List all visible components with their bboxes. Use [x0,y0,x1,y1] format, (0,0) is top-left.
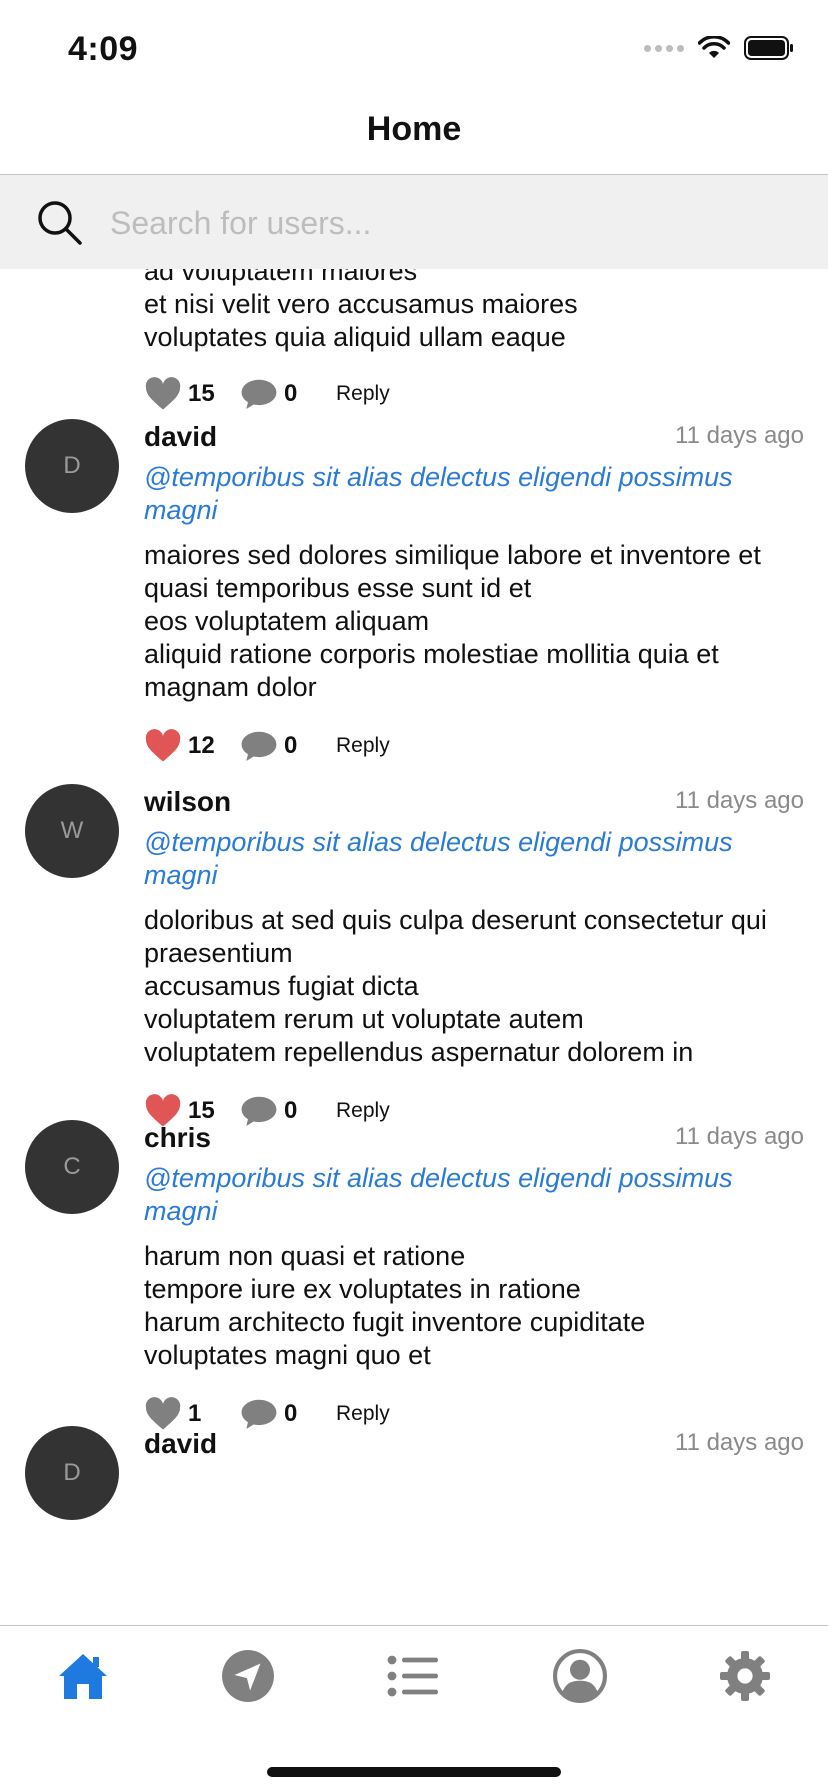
timestamp: 11 days ago [675,422,804,449]
home-icon [59,1654,107,1699]
tab-home[interactable] [53,1646,113,1706]
timestamp: 11 days ago [675,1123,804,1150]
avatar[interactable]: D [25,1426,119,1520]
username[interactable]: david [144,419,217,455]
status-bar: 4:09 [0,0,828,100]
username[interactable]: chris [144,1120,211,1156]
cellular-signal-icon [644,44,684,52]
list-icon [387,1655,438,1697]
search-icon [38,201,82,245]
like-count: 1 [188,1400,202,1427]
comment-body: harum non quasi et ratione tempore iure … [144,1241,646,1370]
search-input[interactable] [108,193,792,253]
search-bar [0,175,828,269]
profile-icon [553,1649,607,1703]
list-item: D david 11 days ago @temporibus sit alia… [0,419,828,784]
status-icons [644,36,794,60]
mention-link[interactable]: @temporibus sit alias delectus eligendi … [144,826,804,892]
comment-button[interactable]: 0 [240,730,336,762]
username[interactable]: david [144,1426,217,1462]
mention-link[interactable]: @temporibus sit alias delectus eligendi … [144,1162,804,1228]
comment-bubble-icon [241,731,277,762]
comment-feed[interactable]: ad voluptatem maiores et nisi velit vero… [0,269,828,1625]
heart-filled-icon [145,729,181,762]
comment-actions: 12 0 Reply [144,724,804,768]
tab-explore[interactable] [218,1646,278,1706]
tab-settings[interactable] [715,1646,775,1706]
comment-bubble-icon [241,379,277,410]
like-count: 15 [188,380,215,407]
avatar[interactable]: D [25,419,119,513]
avatar[interactable]: C [25,1120,119,1214]
reply-button[interactable]: Reply [336,1402,390,1426]
comment-body: maiores sed dolores similique labore et … [144,540,761,702]
comment-count: 0 [284,732,298,759]
avatar[interactable]: W [25,784,119,878]
home-indicator[interactable] [267,1767,561,1777]
list-item: ad voluptatem maiores et nisi velit vero… [0,269,828,410]
comment-count: 0 [284,1400,298,1427]
status-time: 4:09 [68,30,139,68]
tab-profile[interactable] [550,1646,610,1706]
reply-button[interactable]: Reply [336,734,390,758]
gear-icon [720,1651,770,1701]
navigation-header: Home [0,100,828,175]
reply-button[interactable]: Reply [336,382,390,406]
list-item: D david 11 days ago [0,1426,828,1546]
navigation-icon [222,1650,274,1702]
timestamp: 11 days ago [675,787,804,814]
timestamp: 11 days ago [675,1429,804,1456]
comment-actions: 15 0 Reply [144,372,804,416]
heart-icon [145,377,181,410]
comment-button[interactable]: 0 [240,378,336,410]
comment-body: doloribus at sed quis culpa deserunt con… [144,905,767,1067]
like-button[interactable]: 15 [144,377,240,411]
wifi-icon [698,36,730,58]
like-count: 12 [188,732,215,759]
comment-body: ad voluptatem maiores et nisi velit vero… [144,269,578,352]
battery-icon [744,36,793,60]
page-title: Home [366,110,462,148]
list-item: W wilson 11 days ago @temporibus sit ali… [0,784,828,1127]
like-button[interactable]: 12 [144,729,240,763]
list-item: C chris 11 days ago @temporibus sit alia… [0,1120,828,1430]
tab-list[interactable] [383,1646,443,1706]
mention-link[interactable]: @temporibus sit alias delectus eligendi … [144,461,804,527]
username[interactable]: wilson [144,784,231,820]
comment-count: 0 [284,380,298,407]
